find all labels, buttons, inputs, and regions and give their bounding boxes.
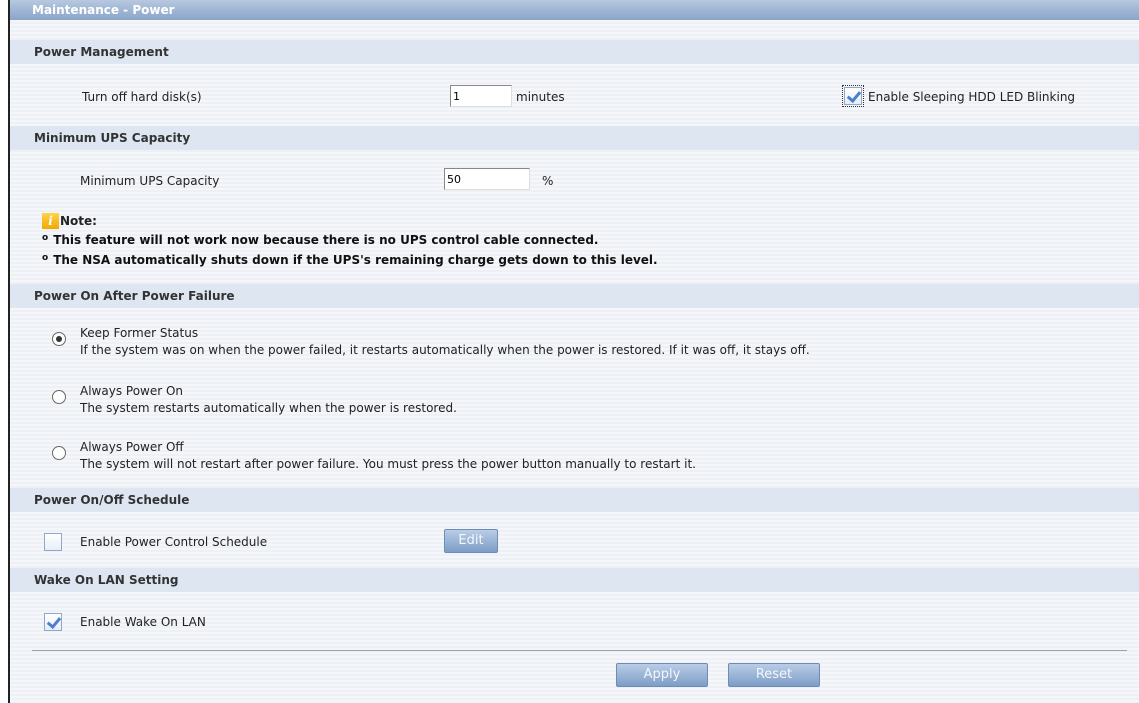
note-bullet-2-text: The NSA automatically shuts down if the … xyxy=(53,253,658,267)
note-title: Note: xyxy=(60,214,97,228)
section-power-management: Power Management xyxy=(10,40,1139,64)
ups-capacity-label: Minimum UPS Capacity xyxy=(80,174,220,188)
keep-former-status-desc: If the system was on when the power fail… xyxy=(80,343,810,357)
reset-button[interactable]: Reset xyxy=(728,663,820,687)
radio-always-power-off[interactable] xyxy=(52,446,66,460)
turn-off-hdd-label: Turn off hard disk(s) xyxy=(82,90,202,104)
power-schedule-checkbox[interactable] xyxy=(44,533,62,551)
always-power-on-desc: The system restarts automatically when t… xyxy=(80,401,457,415)
section-power-failure: Power On After Power Failure xyxy=(10,284,1139,308)
minutes-unit: minutes xyxy=(516,90,565,104)
keep-former-status-label: Keep Former Status xyxy=(80,326,199,340)
wake-on-lan-label: Enable Wake On LAN xyxy=(80,615,206,629)
note-bullet-1-text: This feature will not work now because t… xyxy=(53,233,599,247)
section-wake-on-lan: Wake On LAN Setting xyxy=(10,568,1139,592)
radio-always-power-on[interactable] xyxy=(52,390,66,404)
wake-on-lan-checkbox[interactable] xyxy=(44,613,62,631)
always-power-off-desc: The system will not restart after power … xyxy=(80,457,696,471)
page-title: Maintenance - Power xyxy=(10,0,1139,20)
sleeping-led-checkbox[interactable] xyxy=(842,85,864,107)
power-schedule-label: Enable Power Control Schedule xyxy=(80,535,268,549)
always-power-off-label: Always Power Off xyxy=(80,440,184,454)
radio-keep-former-status[interactable] xyxy=(52,332,66,346)
power-settings-panel: Maintenance - Power Power Management Tur… xyxy=(8,0,1139,703)
always-power-on-label: Always Power On xyxy=(80,384,184,398)
apply-button[interactable]: Apply xyxy=(616,663,708,687)
note-bullet-2: o The NSA automatically shuts down if the… xyxy=(42,253,658,267)
divider xyxy=(32,650,1127,651)
info-icon: i xyxy=(42,213,59,229)
ups-capacity-input[interactable] xyxy=(444,168,530,190)
turn-off-hdd-input[interactable] xyxy=(450,85,512,107)
section-power-schedule: Power On/Off Schedule xyxy=(10,488,1139,512)
edit-schedule-button[interactable]: Edit xyxy=(444,529,498,553)
note-bullet-1: o This feature will not work now because … xyxy=(42,233,598,247)
percent-unit: % xyxy=(542,174,554,188)
bullet-icon: o xyxy=(42,233,49,243)
sleeping-led-label: Enable Sleeping HDD LED Blinking xyxy=(868,90,1076,104)
bullet-icon: o xyxy=(42,253,49,263)
section-ups-capacity: Minimum UPS Capacity xyxy=(10,126,1139,150)
